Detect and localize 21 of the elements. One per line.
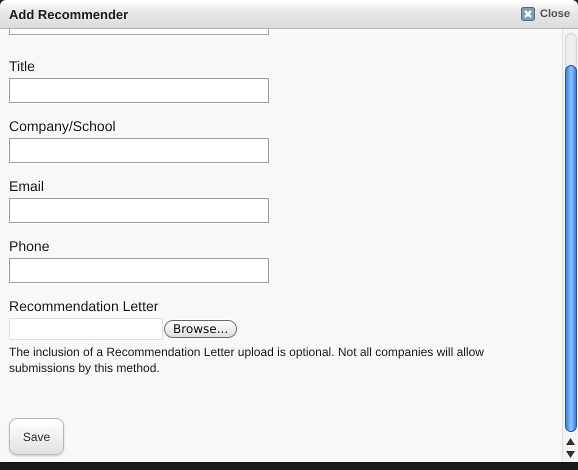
input-field[interactable] <box>9 138 269 163</box>
file-path-field[interactable] <box>9 318 163 340</box>
close-icon <box>521 7 536 21</box>
field-label: Email <box>9 177 46 195</box>
scroll-up-icon[interactable] <box>566 438 575 445</box>
scroll-down-icon[interactable] <box>566 451 575 458</box>
field-label: Recommendation Letter <box>9 297 160 315</box>
scroll-thumb[interactable] <box>564 64 576 432</box>
field-label: Company/School <box>9 117 117 135</box>
input-field[interactable] <box>9 78 269 103</box>
close-button[interactable]: Close <box>521 7 570 21</box>
input-field[interactable] <box>9 198 269 223</box>
field-label: Title <box>9 57 36 75</box>
save-button[interactable]: Save <box>9 418 64 455</box>
input-field[interactable] <box>9 258 269 283</box>
input-field[interactable] <box>9 29 269 35</box>
browse-button[interactable]: Browse... <box>164 320 238 338</box>
window-title: Add Recommender <box>9 6 128 22</box>
field-label: Phone <box>9 237 50 255</box>
scrollbar[interactable] <box>562 29 578 462</box>
help-text: The inclusion of a Recommendation Letter upload is optional. Not all companies will allow submissions by this method. <box>9 344 485 376</box>
